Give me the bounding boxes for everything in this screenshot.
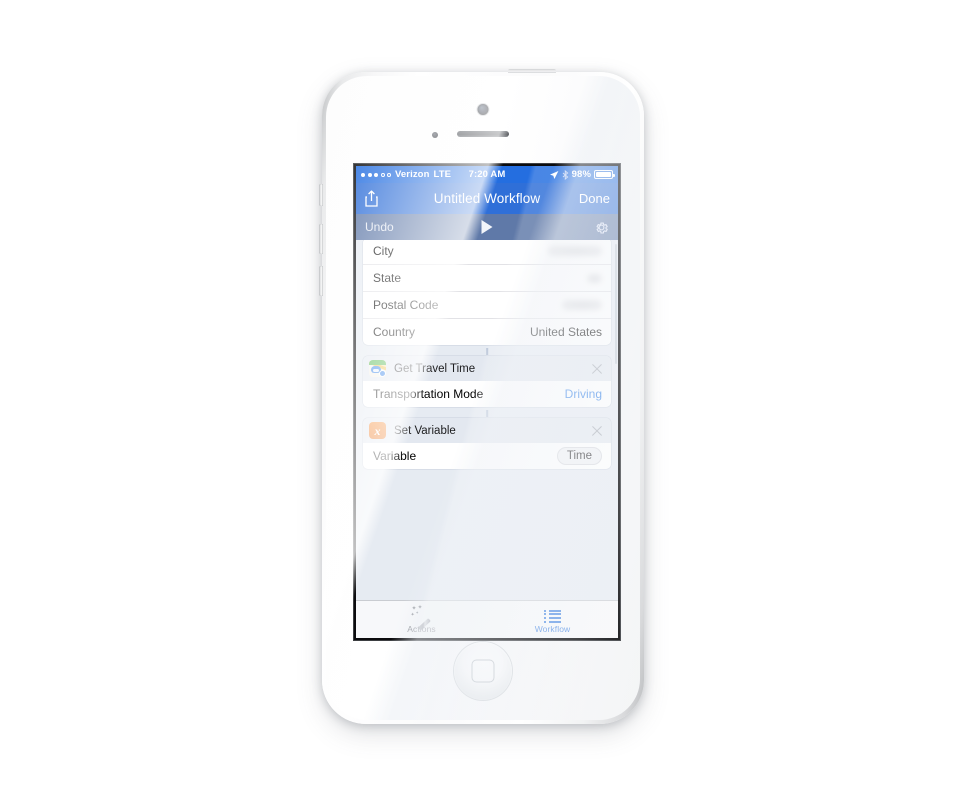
address-card-body: City State Postal Code Country United St… [363, 240, 611, 345]
play-icon[interactable] [481, 220, 493, 234]
tab-actions[interactable]: ✦ ✦ ✦ ✦ Actions [356, 601, 487, 638]
app-screen: Verizon LTE 7:20 AM 98% Untitled Workflo… [356, 166, 618, 638]
table-row[interactable]: City [363, 240, 611, 264]
row-label: Transportation Mode [373, 387, 484, 401]
bluetooth-icon [562, 169, 569, 180]
row-value-redacted [587, 273, 602, 283]
device-front-face: Verizon LTE 7:20 AM 98% Untitled Workflo… [326, 76, 640, 720]
gear-icon[interactable] [594, 220, 609, 235]
share-icon[interactable] [364, 190, 379, 207]
variable-name-pill[interactable]: Time [556, 447, 602, 465]
status-bar: Verizon LTE 7:20 AM 98% [356, 166, 618, 183]
volume-up-button[interactable] [319, 224, 323, 254]
set-variable-card[interactable]: x Set Variable Variable Time [363, 418, 611, 469]
close-icon[interactable] [590, 362, 603, 375]
tab-bar: ✦ ✦ ✦ ✦ Actions [356, 600, 618, 638]
screenshot-canvas: Verizon LTE 7:20 AM 98% Untitled Workflo… [0, 0, 960, 796]
battery-icon [594, 170, 615, 179]
card-header: Get Travel Time [363, 356, 611, 381]
silent-switch[interactable] [319, 184, 323, 206]
volume-down-button[interactable] [319, 266, 323, 296]
row-value: United States [529, 325, 602, 339]
close-icon[interactable] [590, 424, 603, 437]
address-card[interactable]: City State Postal Code Country United St… [363, 240, 611, 345]
row-label: Variable [373, 449, 417, 463]
maps-icon [369, 360, 386, 377]
variable-x-icon: x [369, 422, 386, 439]
home-button[interactable] [454, 642, 512, 700]
workflow-toolbar: Undo [356, 214, 618, 240]
row-value-redacted [548, 246, 602, 256]
card-title: Get Travel Time [394, 362, 476, 375]
home-button-square-icon [471, 659, 495, 683]
table-row[interactable]: Postal Code [363, 291, 611, 318]
scroll-indicator[interactable] [614, 244, 617, 364]
battery-percent-label: 98% [571, 169, 591, 180]
card-body: Variable Time [363, 443, 611, 469]
action-connector [363, 409, 611, 418]
action-connector [363, 347, 611, 356]
card-body: Transportation Mode Driving [363, 381, 611, 407]
card-title: Set Variable [394, 424, 456, 437]
location-arrow-icon [549, 170, 559, 179]
earpiece-speaker-icon [457, 131, 509, 137]
row-label: State [373, 271, 402, 285]
workflow-action-list[interactable]: City State Postal Code Country United St… [356, 240, 618, 601]
iphone-device: Verizon LTE 7:20 AM 98% Untitled Workflo… [319, 69, 644, 724]
proximity-sensor-icon [432, 132, 438, 138]
tab-workflow[interactable]: Workflow [487, 601, 618, 638]
navigation-bar: Untitled Workflow Done [356, 183, 618, 214]
card-header: x Set Variable [363, 418, 611, 443]
undo-button[interactable]: Undo [365, 220, 394, 234]
row-label: Postal Code [373, 298, 439, 312]
row-value[interactable]: Driving [565, 387, 602, 401]
list-icon [544, 606, 561, 623]
row-label: Country [373, 325, 416, 339]
tab-label: Workflow [534, 623, 571, 634]
magic-wand-icon: ✦ ✦ ✦ ✦ [411, 605, 433, 632]
table-row[interactable]: Country United States [363, 318, 611, 345]
row-label: City [373, 244, 394, 258]
row-value-redacted [562, 300, 602, 310]
table-row[interactable]: State [363, 264, 611, 291]
power-button[interactable] [508, 69, 556, 73]
status-bar-right: 98% [549, 169, 615, 180]
done-button[interactable]: Done [579, 191, 610, 206]
get-travel-time-card[interactable]: Get Travel Time Transportation Mode Driv… [363, 356, 611, 407]
front-camera-icon [477, 104, 489, 115]
device-screen-bezel: Verizon LTE 7:20 AM 98% Untitled Workflo… [354, 164, 620, 640]
table-row[interactable]: Variable Time [363, 443, 611, 469]
table-row[interactable]: Transportation Mode Driving [363, 381, 611, 407]
